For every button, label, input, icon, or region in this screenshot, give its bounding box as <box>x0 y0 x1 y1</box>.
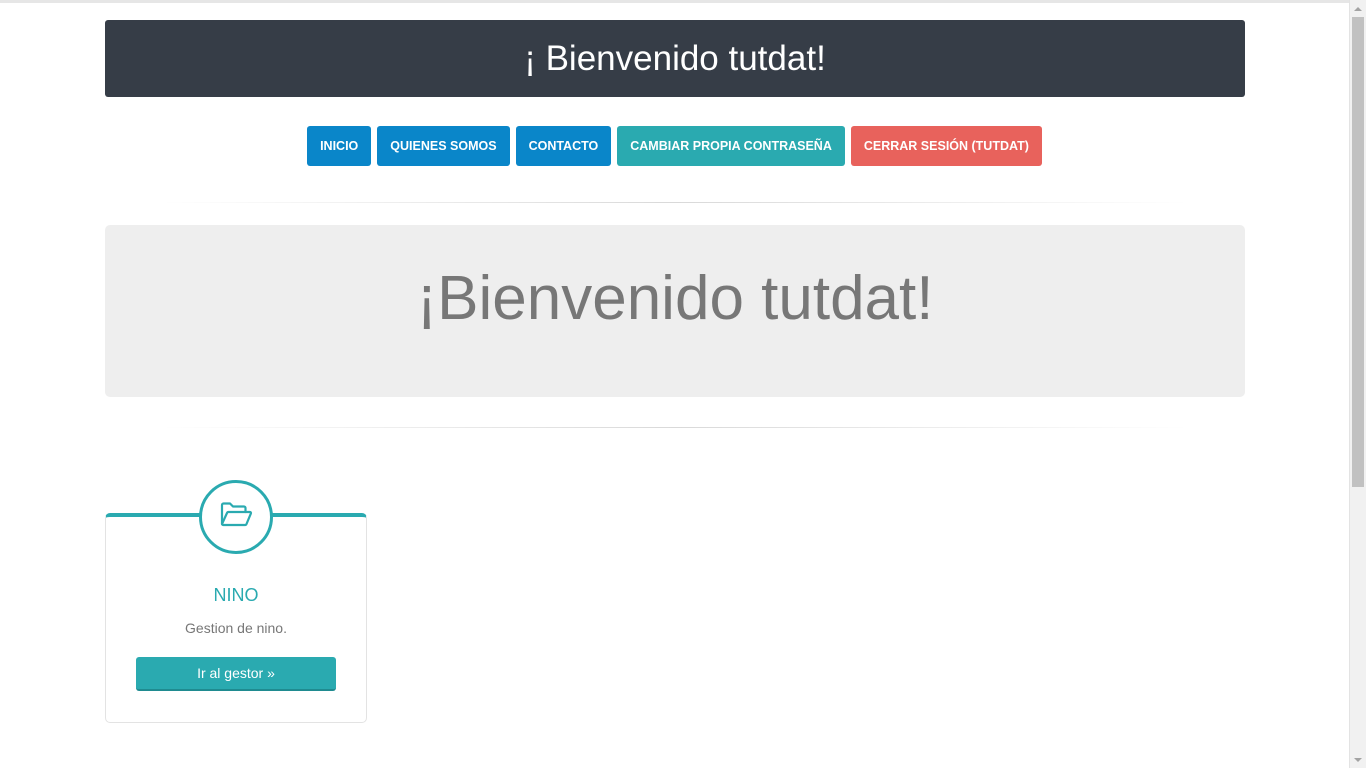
vertical-scrollbar[interactable] <box>1349 0 1366 768</box>
scroll-down-arrow-icon[interactable] <box>1350 751 1366 768</box>
nino-module-card: NINO Gestion de nino. Ir al gestor » <box>105 480 367 723</box>
main-nav: INICIO QUIENES SOMOS CONTACTO CAMBIAR PR… <box>0 126 1349 166</box>
nav-contacto-button[interactable]: CONTACTO <box>515 126 612 166</box>
scroll-up-arrow-icon[interactable] <box>1350 0 1366 17</box>
change-password-button[interactable]: CAMBIAR PROPIA CONTRASEÑA <box>617 126 845 166</box>
nav-inicio-button[interactable]: INICIO <box>307 126 372 166</box>
card-description: Gestion de nino. <box>185 620 287 636</box>
scrollbar-thumb[interactable] <box>1352 17 1364 487</box>
card-title: NINO <box>213 585 259 605</box>
go-to-manager-button[interactable]: Ir al gestor » <box>136 657 336 691</box>
logout-button[interactable]: CERRAR SESIÓN (TUTDAT) <box>850 126 1042 166</box>
browser-top-border <box>0 0 1349 3</box>
divider-bottom <box>160 427 1190 428</box>
welcome-jumbotron: ¡Bienvenido tutdat! <box>105 225 1245 397</box>
header-title: ¡ Bienvenido tutdat! <box>524 38 826 78</box>
divider-top <box>160 202 1190 203</box>
folder-open-icon <box>219 501 253 534</box>
welcome-header: ¡ Bienvenido tutdat! <box>105 20 1245 97</box>
jumbotron-title: ¡Bienvenido tutdat! <box>416 263 934 333</box>
card-icon-circle <box>199 480 273 554</box>
nav-quienes-somos-button[interactable]: QUIENES SOMOS <box>377 126 510 166</box>
